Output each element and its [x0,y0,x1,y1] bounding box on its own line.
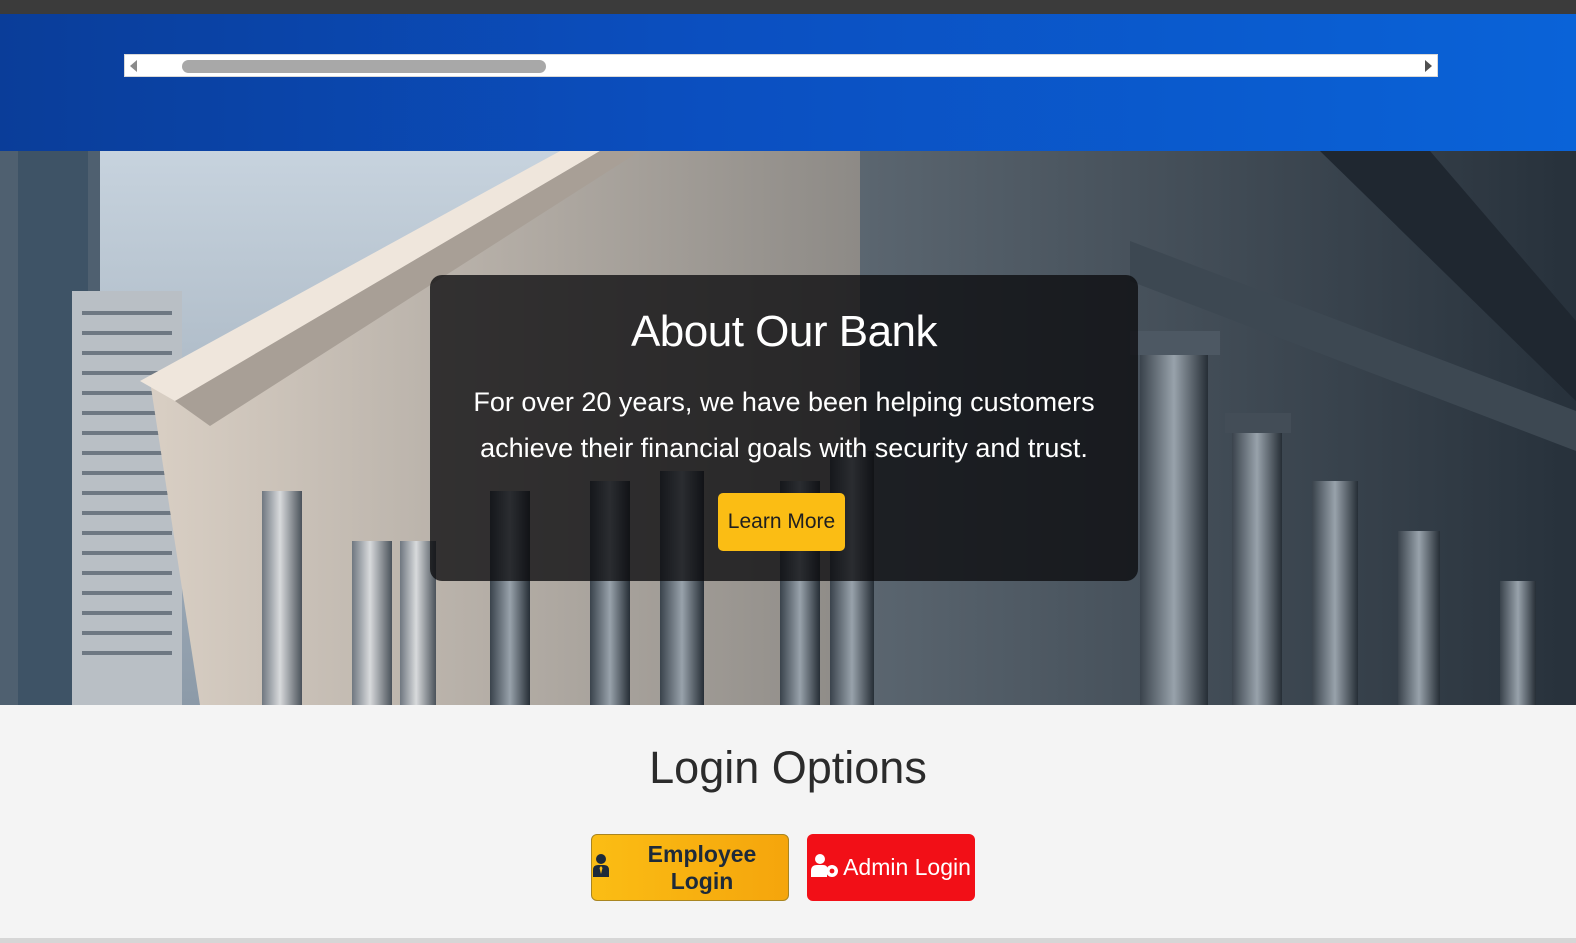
user-tie-icon [592,853,610,883]
hero-section: About Our Bank For over 20 years, we hav… [0,151,1576,705]
page-header [0,14,1576,151]
employee-login-label: Employee Login [647,840,757,894]
about-description: For over 20 years, we have been helping … [473,387,1095,463]
horizontal-scrollbar[interactable] [124,54,1438,77]
browser-top-strip [0,0,1576,14]
about-card: About Our Bank For over 20 years, we hav… [430,275,1138,581]
scroll-right-icon[interactable] [1425,60,1432,72]
admin-login-button[interactable]: Admin Login [807,834,975,901]
learn-more-button[interactable]: Learn More [718,493,845,551]
scroll-left-icon[interactable] [130,60,137,72]
employee-login-button[interactable]: Employee Login [591,834,789,901]
admin-login-label: Admin Login [843,854,971,880]
login-options-title: Login Options [649,742,927,793]
about-title: About Our Bank [630,307,938,356]
user-gear-icon [811,853,839,883]
scrollbar-thumb[interactable] [182,60,546,73]
page-bottom-border [0,938,1576,943]
